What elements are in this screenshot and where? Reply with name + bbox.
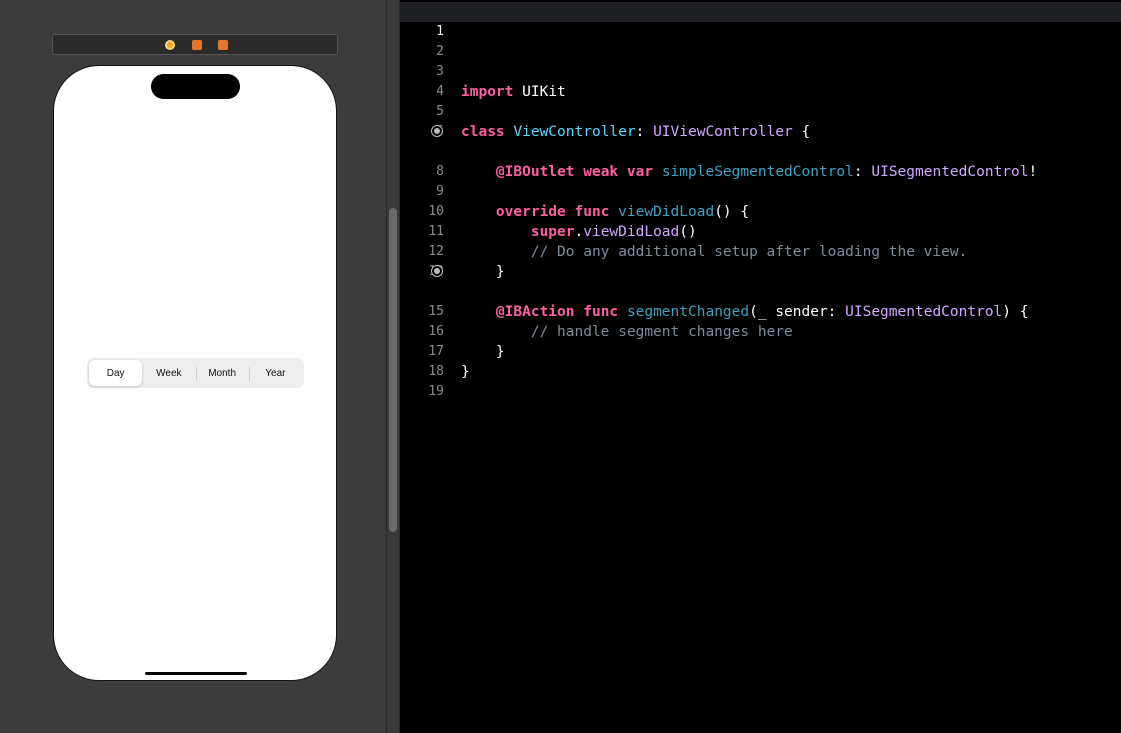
code-line[interactable]: 11 // Do any additional setup after load… [400, 202, 1121, 260]
storyboard-canvas[interactable]: Day Week Month Year [0, 0, 386, 733]
code-line[interactable]: 16 } [400, 302, 1121, 360]
segment-day[interactable]: Day [89, 360, 143, 386]
code-line[interactable]: 2 [400, 22, 1121, 59]
code-line[interactable]: 1 [400, 2, 1121, 39]
action-connection-icon[interactable] [431, 265, 443, 277]
code-line[interactable]: 13 [400, 242, 1121, 279]
code-line[interactable]: @IBAction func segmentChanged(_ sender: … [400, 262, 1121, 320]
code-line[interactable]: 15 // handle segment changes here [400, 282, 1121, 340]
first-responder-icon[interactable] [192, 40, 202, 50]
code-line[interactable]: 8 [400, 142, 1121, 179]
dynamic-island [151, 74, 240, 99]
line-number: 19 [428, 384, 444, 399]
code-line[interactable]: 18 [400, 342, 1121, 379]
segmented-control[interactable]: Day Week Month Year [87, 358, 304, 388]
code-line[interactable]: 12 } [400, 222, 1121, 280]
code-line[interactable]: 19 [400, 362, 1121, 399]
code-line[interactable]: 5 class ViewController: UIViewController… [400, 82, 1121, 140]
exit-icon[interactable] [218, 40, 228, 50]
scene-dock [52, 34, 338, 55]
code-line[interactable]: 4 [400, 62, 1121, 99]
segment-month[interactable]: Month [195, 360, 249, 386]
code-line[interactable]: 6 [400, 102, 1121, 139]
editor-splitter[interactable] [386, 0, 400, 733]
canvas-scrollbar-thumb[interactable] [389, 208, 397, 532]
view-controller-icon[interactable] [165, 40, 175, 50]
outlet-connection-icon[interactable] [431, 125, 443, 137]
code-line[interactable]: @IBOutlet weak var simpleSegmentedContro… [400, 122, 1121, 180]
code-editor[interactable]: 1 2 3 import UIKit 4 5 class ViewControl… [400, 0, 1121, 733]
code-line[interactable]: 9 override func viewDidLoad() { [400, 162, 1121, 220]
code-line[interactable]: 3 import UIKit [400, 42, 1121, 100]
code-line[interactable]: 17 } [400, 322, 1121, 380]
code-line[interactable]: 10 super.viewDidLoad() [400, 182, 1121, 240]
segment-year[interactable]: Year [248, 360, 302, 386]
home-indicator [145, 672, 247, 675]
segment-week[interactable]: Week [142, 360, 195, 386]
iphone-scene[interactable]: Day Week Month Year [53, 65, 337, 681]
